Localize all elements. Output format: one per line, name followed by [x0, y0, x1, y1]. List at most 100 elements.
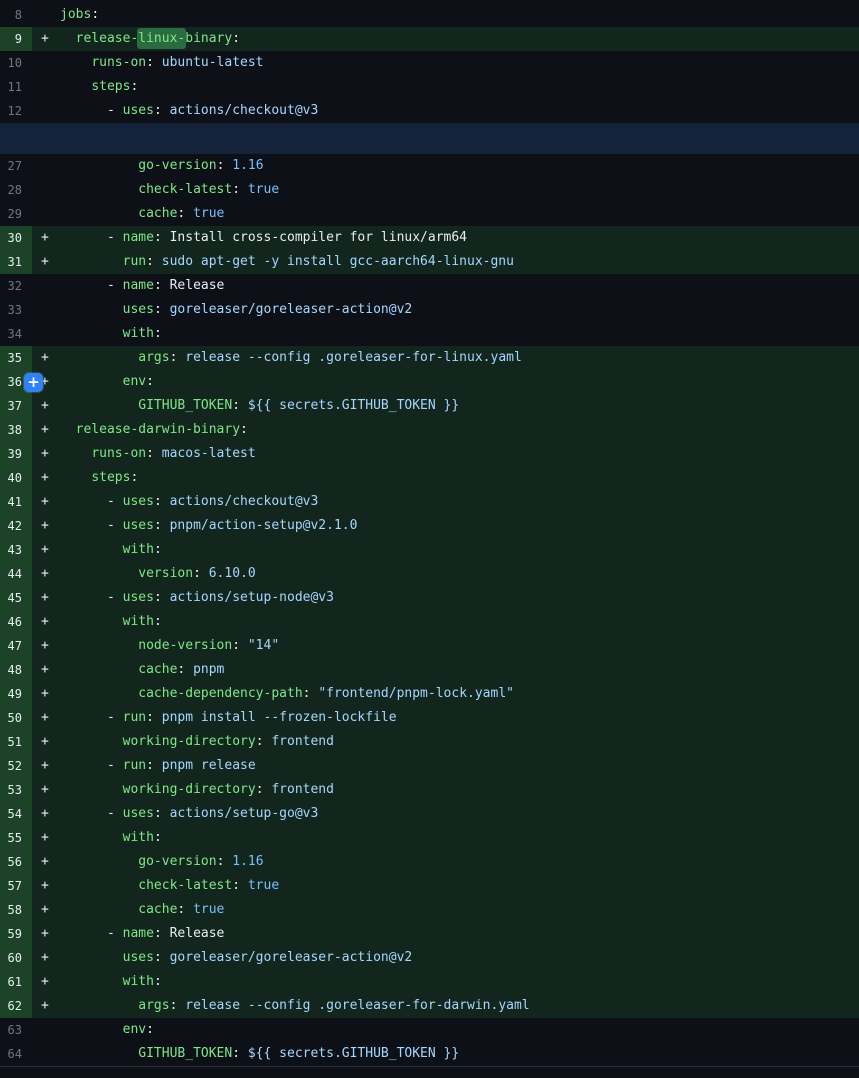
line-number[interactable]: 45 [0, 586, 32, 610]
line-number[interactable]: 60 [0, 946, 32, 970]
diff-marker: + [32, 442, 60, 466]
diff-row-11: 11 steps: [0, 75, 859, 99]
code-line: env: [60, 370, 859, 394]
diff-row-55: 55+ with: [0, 826, 859, 850]
diff-row-61: 61+ with: [0, 970, 859, 994]
line-number[interactable]: 64 [0, 1042, 32, 1066]
line-number[interactable]: 58 [0, 898, 32, 922]
diff-row-47: 47+ node-version: "14" [0, 634, 859, 658]
line-number[interactable]: 35 [0, 346, 32, 370]
line-number[interactable]: 32 [0, 274, 32, 298]
diff-row-57: 57+ check-latest: true [0, 874, 859, 898]
line-number[interactable]: 55 [0, 826, 32, 850]
code-line: cache: true [60, 202, 859, 226]
line-number[interactable]: 39 [0, 442, 32, 466]
diff-row-29: 29 cache: true [0, 202, 859, 226]
line-number[interactable]: 10 [0, 51, 32, 75]
line-number[interactable]: 54 [0, 802, 32, 826]
line-number[interactable]: 41 [0, 490, 32, 514]
code-line: cache-dependency-path: "frontend/pnpm-lo… [60, 682, 859, 706]
diff-row-27: 27 go-version: 1.16 [0, 154, 859, 178]
diff-row-31: 31+ run: sudo apt-get -y install gcc-aar… [0, 250, 859, 274]
line-number[interactable]: 33 [0, 298, 32, 322]
line-number[interactable]: 48 [0, 658, 32, 682]
diff-marker: + [32, 538, 60, 562]
line-number[interactable]: 28 [0, 178, 32, 202]
line-number[interactable]: 57 [0, 874, 32, 898]
line-number[interactable]: 31 [0, 250, 32, 274]
line-number[interactable]: 38 [0, 418, 32, 442]
line-number[interactable]: 29 [0, 202, 32, 226]
code-line: cache: pnpm [60, 658, 859, 682]
diff-marker [32, 1042, 60, 1066]
diff-marker: + [32, 634, 60, 658]
diff-marker: + [32, 658, 60, 682]
line-number[interactable]: 37 [0, 394, 32, 418]
code-line: GITHUB_TOKEN: ${{ secrets.GITHUB_TOKEN }… [60, 1042, 859, 1066]
diff-row-39: 39+ runs-on: macos-latest [0, 442, 859, 466]
line-number[interactable]: 8 [0, 3, 32, 27]
diff-row-48: 48+ cache: pnpm [0, 658, 859, 682]
line-number[interactable]: 52 [0, 754, 32, 778]
diff-marker: + [32, 514, 60, 538]
code-line: release-linux-binary: [60, 27, 859, 51]
code-line: - name: Release [60, 274, 859, 298]
code-line: env: [60, 1018, 859, 1042]
word-diff-highlight: linux- [137, 28, 186, 49]
diff-marker: + [32, 898, 60, 922]
code-line: working-directory: frontend [60, 730, 859, 754]
diff-row-35: 35+ args: release --config .goreleaser-f… [0, 346, 859, 370]
line-number[interactable]: 44 [0, 562, 32, 586]
code-line: release-darwin-binary: [60, 418, 859, 442]
line-number[interactable]: 9 [0, 27, 32, 51]
diff-row-46: 46+ with: [0, 610, 859, 634]
diff-row-42: 42+ - uses: pnpm/action-setup@v2.1.0 [0, 514, 859, 538]
diff-marker: + [32, 418, 60, 442]
diff-table: 8 jobs:9+ release-linux-binary:10 runs-o… [0, 0, 859, 1066]
line-number[interactable]: 43 [0, 538, 32, 562]
line-number[interactable]: 11 [0, 75, 32, 99]
diff-marker [32, 322, 60, 346]
diff-marker: + [32, 250, 60, 274]
line-number[interactable]: 63 [0, 1018, 32, 1042]
line-number[interactable]: 27 [0, 154, 32, 178]
line-number[interactable]: 42 [0, 514, 32, 538]
line-number[interactable]: 49 [0, 682, 32, 706]
line-number[interactable]: 61 [0, 970, 32, 994]
diff-row-34: 34 with: [0, 322, 859, 346]
diff-row-30: 30+ - name: Install cross-compiler for l… [0, 226, 859, 250]
line-number[interactable]: 50 [0, 706, 32, 730]
line-number[interactable]: 62 [0, 994, 32, 1018]
diff-marker: + [32, 610, 60, 634]
code-line: with: [60, 970, 859, 994]
hunk-expander-row[interactable] [0, 123, 859, 154]
diff-row-10: 10 runs-on: ubuntu-latest [0, 51, 859, 75]
code-line: go-version: 1.16 [60, 850, 859, 874]
add-comment-button[interactable]: + [24, 373, 43, 392]
line-number[interactable]: 34 [0, 322, 32, 346]
diff-row-51: 51+ working-directory: frontend [0, 730, 859, 754]
line-number[interactable]: 51 [0, 730, 32, 754]
diff-row-45: 45+ - uses: actions/setup-node@v3 [0, 586, 859, 610]
code-line: - uses: actions/setup-node@v3 [60, 586, 859, 610]
diff-marker [32, 274, 60, 298]
diff-row-8: 8 jobs: [0, 3, 859, 27]
line-number[interactable]: 56 [0, 850, 32, 874]
diff-marker: + [32, 394, 60, 418]
line-number[interactable]: 40 [0, 466, 32, 490]
code-line: - run: pnpm install --frozen-lockfile [60, 706, 859, 730]
diff-row-36: 36+ env:+ [0, 370, 859, 394]
line-number[interactable]: 46 [0, 610, 32, 634]
diff-marker: + [32, 27, 60, 51]
code-line: - name: Release [60, 922, 859, 946]
line-number[interactable]: 30 [0, 226, 32, 250]
line-number[interactable]: 12 [0, 99, 32, 123]
line-number[interactable]: 59 [0, 922, 32, 946]
diff-row-62: 62+ args: release --config .goreleaser-f… [0, 994, 859, 1018]
line-number[interactable]: 47 [0, 634, 32, 658]
diff-row-54: 54+ - uses: actions/setup-go@v3 [0, 802, 859, 826]
diff-row-32: 32 - name: Release [0, 274, 859, 298]
code-line: steps: [60, 466, 859, 490]
diff-marker [32, 178, 60, 202]
line-number[interactable]: 53 [0, 778, 32, 802]
